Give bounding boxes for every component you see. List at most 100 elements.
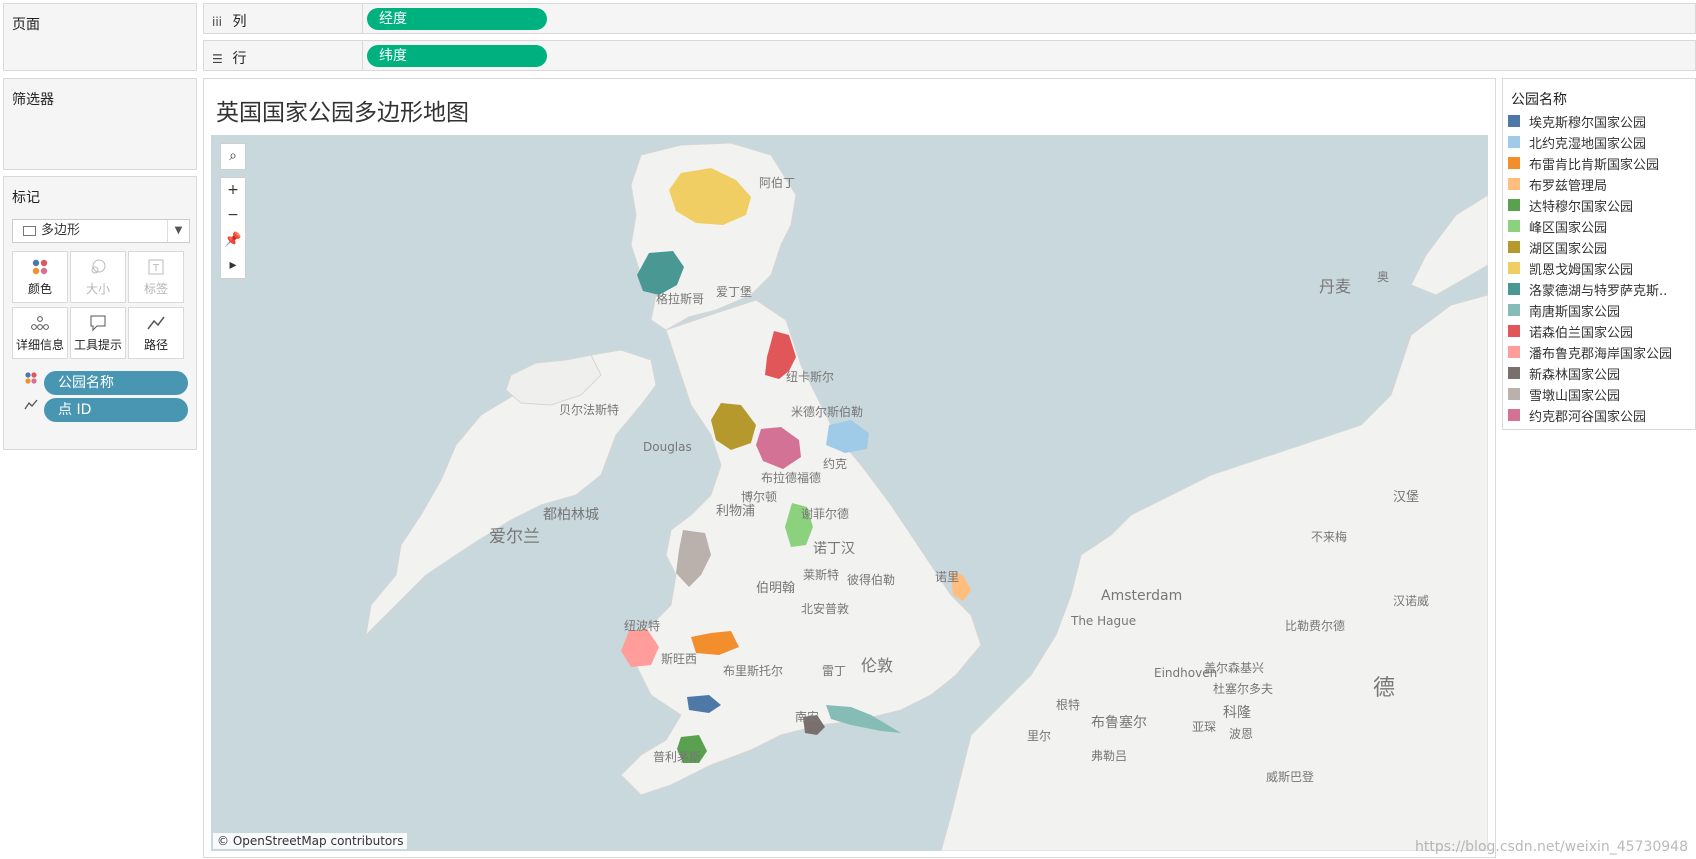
- watermark: https://blog.csdn.net/weixin_45730948: [1414, 839, 1688, 855]
- legend-swatch: [1508, 346, 1520, 358]
- map-label: 杜塞尔多夫: [1213, 681, 1273, 696]
- detail-button[interactable]: 详细信息: [12, 307, 68, 359]
- columns-shelf[interactable]: iii 列 经度: [203, 3, 1696, 34]
- latitude-pill[interactable]: 纬度: [367, 45, 547, 67]
- point-id-field-pill[interactable]: 点 ID: [44, 398, 188, 422]
- map-label: 德: [1373, 676, 1395, 701]
- legend-label: 达特穆尔国家公园: [1529, 200, 1634, 215]
- chevron-down-icon[interactable]: ▼: [167, 220, 189, 242]
- viz-area: 英国国家公园多边形地图 阿伯丁 格拉斯哥 爱丁堡 纽卡斯尔 贝尔法斯特 米德尔斯…: [203, 78, 1496, 858]
- pages-title: 页面: [12, 17, 40, 33]
- map-label: 纽波特: [624, 618, 660, 633]
- map-view[interactable]: 阿伯丁 格拉斯哥 爱丁堡 纽卡斯尔 贝尔法斯特 米德尔斯伯勒 Douglas 约克 布拉德福德博…: [211, 135, 1488, 851]
- map-label: 布里斯托尔: [723, 663, 783, 678]
- legend-swatch: [1508, 220, 1520, 232]
- legend-label: 布罗兹管理局: [1529, 179, 1608, 194]
- rows-shelf-label: 行: [232, 51, 247, 67]
- map-label: 布拉德福德: [761, 470, 821, 485]
- legend-item[interactable]: 约克郡河谷国家公园: [1508, 405, 1696, 426]
- color-legend: 公园名称 埃克斯穆尔国家公园 北约克湿地国家公园 布雷肯比肯斯国家公园 布罗兹管理局达…: [1502, 78, 1696, 430]
- map-label: 阿伯丁: [759, 175, 795, 190]
- columns-shelf-title: iii 列: [212, 11, 246, 31]
- filters-panel[interactable]: 筛选器: [3, 78, 197, 170]
- legend-label: 雪墩山国家公园: [1529, 389, 1621, 404]
- legend-swatch: [1508, 388, 1520, 400]
- legend-swatch: [1508, 283, 1520, 295]
- legend-label: 潘布鲁克郡海岸国家公园: [1529, 347, 1673, 362]
- map-label: 莱斯特: [803, 567, 839, 582]
- map-label: 盖尔森基兴: [1204, 660, 1264, 675]
- search-icon[interactable]: ⌕: [221, 144, 245, 169]
- legend-item[interactable]: 埃克斯穆尔国家公园: [1508, 111, 1696, 132]
- legend-item[interactable]: 布罗兹管理局: [1508, 174, 1696, 195]
- legend-item[interactable]: 南唐斯国家公园: [1508, 300, 1696, 321]
- zoom-out-button[interactable]: −: [221, 203, 245, 228]
- map-search-tool[interactable]: ⌕: [220, 143, 246, 170]
- legend-item[interactable]: 布雷肯比肯斯国家公园: [1508, 153, 1696, 174]
- legend-item[interactable]: 潘布鲁克郡海岸国家公园: [1508, 342, 1696, 363]
- map-label: Amsterdam: [1101, 588, 1182, 604]
- map-label: 根特: [1056, 697, 1080, 712]
- map-label: 威斯巴登: [1266, 769, 1314, 784]
- legend-item[interactable]: 诺森伯兰国家公园: [1508, 321, 1696, 342]
- play-arrow-icon[interactable]: ▸: [221, 253, 245, 278]
- map-label: Douglas: [643, 440, 692, 454]
- map-label: 汉诺威: [1393, 594, 1429, 608]
- legend-label: 峰区国家公园: [1529, 221, 1608, 236]
- label-button[interactable]: T 标签: [128, 251, 184, 303]
- label-icon: T: [129, 252, 183, 280]
- color-dots-icon: [13, 252, 67, 280]
- map-attribution[interactable]: © OpenStreetMap contributors: [213, 833, 408, 849]
- legend-label: 诺森伯兰国家公园: [1529, 326, 1634, 341]
- map-label: 比勒费尔德: [1285, 618, 1345, 633]
- map-zoom-tools: + − 📌 ▸: [220, 177, 246, 279]
- legend-item[interactable]: 新森林国家公园: [1508, 363, 1696, 384]
- legend-swatch: [1508, 241, 1520, 253]
- rows-icon: ☰: [212, 52, 223, 66]
- color-button-label: 颜色: [27, 282, 52, 296]
- viz-title: 英国国家公园多边形地图: [216, 100, 469, 126]
- rows-shelf[interactable]: ☰ 行 纬度: [203, 40, 1696, 71]
- map-label: 利物浦: [716, 504, 755, 519]
- map-label: 普利茅斯: [653, 750, 701, 764]
- park-name-field-pill[interactable]: 公园名称: [44, 371, 188, 395]
- map-label: 米德尔斯伯勒: [791, 404, 863, 419]
- legend-item[interactable]: 达特穆尔国家公园: [1508, 195, 1696, 216]
- map-label: 爱尔兰: [489, 527, 540, 547]
- legend-item[interactable]: 雪墩山国家公园: [1508, 384, 1696, 405]
- longitude-pill[interactable]: 经度: [367, 8, 547, 30]
- map-label: 波恩: [1229, 727, 1253, 741]
- legend-item[interactable]: 湖区国家公园: [1508, 237, 1696, 258]
- legend-item[interactable]: 洛蒙德湖与特罗萨克斯..: [1508, 279, 1696, 300]
- color-button[interactable]: 颜色: [12, 251, 68, 303]
- legend-label: 约克郡河谷国家公园: [1529, 410, 1647, 425]
- map-label: 彼得伯勒: [847, 572, 895, 587]
- path-button[interactable]: 路径: [128, 307, 184, 359]
- legend-item[interactable]: 北约克湿地国家公园: [1508, 132, 1696, 153]
- legend-swatch: [1508, 157, 1520, 169]
- map-label: 格拉斯哥: [656, 291, 704, 306]
- legend-item[interactable]: 凯恩戈姆国家公园: [1508, 258, 1696, 279]
- map-label: 奥: [1377, 270, 1389, 284]
- pin-icon[interactable]: 📌: [221, 228, 245, 253]
- rows-shelf-title: ☰ 行: [212, 48, 246, 68]
- map-labels: 阿伯丁格拉斯哥 爱丁堡纽卡斯尔贝尔法斯特 米德尔斯伯勒 Douglas 约克布拉德福德博…: [489, 175, 1429, 784]
- map-label: 南安: [795, 709, 819, 724]
- mark-type-dropdown[interactable]: 多边形 ▼: [12, 219, 190, 243]
- color-dots-icon: [24, 371, 38, 389]
- tooltip-button[interactable]: 工具提示: [70, 307, 126, 359]
- map-label: 谢菲尔德: [801, 506, 849, 521]
- tooltip-icon: [71, 308, 125, 336]
- legend-label: 凯恩戈姆国家公园: [1529, 263, 1634, 278]
- pages-panel: 页面: [3, 3, 197, 71]
- map-label: 丹麦: [1319, 277, 1351, 296]
- tooltip-button-label: 工具提示: [73, 338, 122, 352]
- map-label: 亚琛: [1192, 720, 1216, 734]
- zoom-in-button[interactable]: +: [221, 178, 245, 203]
- map-label: 雷丁: [822, 664, 846, 678]
- legend-label: 北约克湿地国家公园: [1529, 137, 1647, 152]
- size-button-label: 大小: [85, 282, 110, 296]
- size-button[interactable]: 大小: [70, 251, 126, 303]
- legend-item[interactable]: 峰区国家公园: [1508, 216, 1696, 237]
- legend-label: 布雷肯比肯斯国家公园: [1529, 158, 1660, 173]
